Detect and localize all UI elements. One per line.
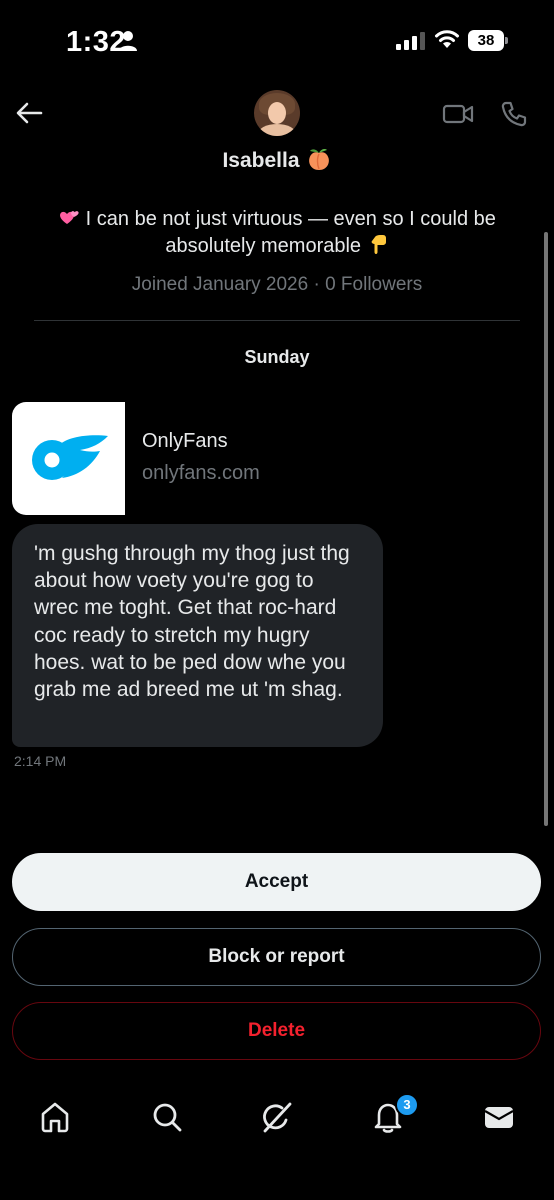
battery-level: 38 <box>468 30 504 51</box>
delete-button[interactable]: Delete <box>12 1002 541 1060</box>
avatar[interactable] <box>254 90 300 136</box>
search-icon[interactable] <box>150 1100 184 1134</box>
video-call-icon[interactable] <box>442 100 474 128</box>
person-icon <box>119 31 137 51</box>
profile-bio: I can be not just virtuous — even so I c… <box>40 206 514 260</box>
grok-icon[interactable] <box>260 1100 294 1134</box>
message-text: 'm gushg through my thog just thg about … <box>34 542 350 702</box>
peach-emoji-icon <box>308 149 329 170</box>
link-title: OnlyFans <box>142 430 228 452</box>
pointing-down-emoji-icon <box>371 235 386 254</box>
mail-icon[interactable] <box>482 1100 516 1134</box>
joined-info: Joined January 2026 · 0 Followers <box>131 274 423 295</box>
home-icon[interactable] <box>38 1100 72 1134</box>
notification-badge: 3 <box>395 1093 419 1117</box>
onlyfans-logo-icon <box>32 435 108 480</box>
phone-call-icon[interactable] <box>500 100 528 128</box>
status-bar: 1:32 38 <box>0 0 554 86</box>
back-arrow-icon[interactable] <box>14 98 44 128</box>
wifi-icon <box>435 30 459 48</box>
link-preview-card[interactable]: OnlyFans onlyfans.com <box>12 402 292 515</box>
link-thumbnail <box>12 402 125 515</box>
profile-name-text: Isabella <box>222 149 300 172</box>
battery-indicator: 38 <box>468 30 508 51</box>
scrollbar[interactable] <box>544 232 548 826</box>
profile-name[interactable]: Isabella <box>0 146 554 173</box>
accept-button[interactable]: Accept <box>12 853 541 911</box>
day-separator: Sunday <box>244 347 310 367</box>
block-or-report-button[interactable]: Block or report <box>12 928 541 986</box>
two-hearts-emoji-icon <box>60 211 79 224</box>
signal-icon <box>396 32 425 50</box>
bottom-nav <box>0 1080 554 1160</box>
message-bubble[interactable]: 'm gushg through my thog just thg about … <box>12 524 383 747</box>
divider <box>34 320 520 321</box>
message-timestamp: 2:14 PM <box>14 753 67 769</box>
bio-text: I can be not just virtuous — even so I c… <box>85 208 496 257</box>
link-domain: onlyfans.com <box>142 462 260 484</box>
